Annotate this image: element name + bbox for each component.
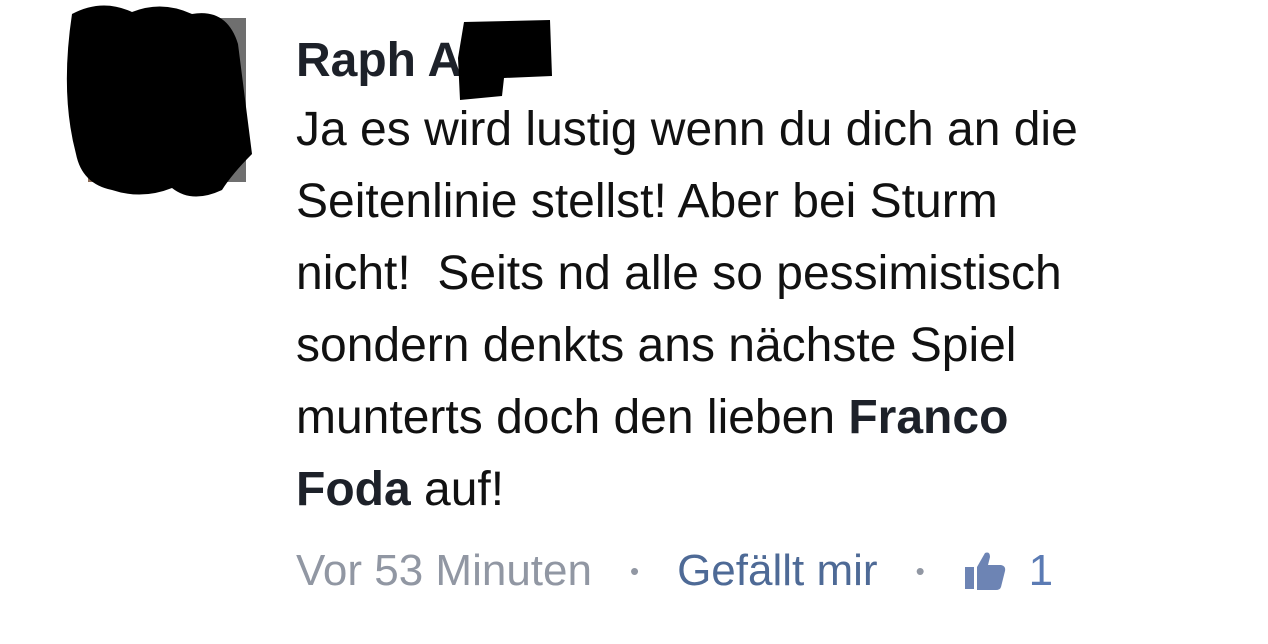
comment-body: Ja es wird lustig wenn du dich an die Se… bbox=[296, 94, 1256, 526]
comment-actions: Vor 53 Minuten • Gefällt mir • 1 bbox=[296, 540, 1053, 602]
comment-line: Foda auf! bbox=[296, 454, 1256, 526]
mention-link[interactable]: Franco bbox=[848, 391, 1008, 444]
comment-line: Ja es wird lustig wenn du dich an die bbox=[296, 103, 1078, 156]
thumbs-up-icon bbox=[963, 549, 1007, 593]
like-button[interactable]: Gefällt mir bbox=[677, 546, 877, 596]
separator-dot: • bbox=[629, 555, 640, 586]
comment-line: sondern denkts ans nächste Spiel bbox=[296, 319, 1017, 372]
name-redaction bbox=[434, 18, 554, 102]
separator-dot: • bbox=[915, 555, 925, 586]
comment: Raph A Ja es wird lustig wenn du dich an… bbox=[296, 20, 1256, 526]
comment-line: nicht! Seits nd alle so pessimistisch bbox=[296, 247, 1062, 300]
comment-text: munterts doch den lieben bbox=[296, 391, 849, 444]
avatar[interactable] bbox=[62, 4, 254, 200]
mention-link[interactable]: Foda bbox=[296, 463, 411, 516]
comment-text: auf! bbox=[410, 463, 505, 516]
like-count[interactable]: 1 bbox=[1029, 546, 1053, 596]
comment-line: munterts doch den lieben Franco bbox=[296, 382, 1256, 454]
comment-line: Seitenlinie stellst! Aber bei Sturm bbox=[296, 175, 998, 228]
timestamp[interactable]: Vor 53 Minuten bbox=[296, 546, 592, 596]
